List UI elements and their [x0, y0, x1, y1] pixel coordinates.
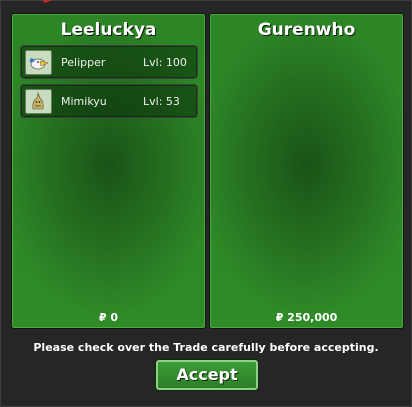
pokemon-level: Lvl: 100	[143, 56, 187, 69]
pokemon-name: Mimikyu	[61, 95, 107, 108]
right-money-offer: ₽ 250,000	[275, 311, 338, 324]
trade-pokemon-row-pelipper[interactable]: Pelipper Lvl: 100	[20, 45, 198, 79]
pokemon-name: Pelipper	[61, 56, 106, 69]
left-trade-panel: Leeluckya Pelipper Lvl: 100 Mimikyu Lvl:…	[11, 13, 206, 329]
pelipper-icon	[25, 50, 52, 75]
left-money-offer: ₽ 0	[98, 311, 119, 324]
window-corner-icon	[40, 0, 53, 3]
trade-notice-text: Please check over the Trade carefully be…	[33, 341, 379, 354]
left-player-name: Leeluckya	[60, 20, 157, 40]
pokemon-level: Lvl: 53	[143, 95, 180, 108]
mimikyu-icon	[25, 89, 52, 114]
right-trade-panel: Gurenwho ₽ 250,000	[209, 13, 404, 329]
right-player-name: Gurenwho	[257, 20, 356, 40]
trade-pokemon-row-mimikyu[interactable]: Mimikyu Lvl: 53	[20, 84, 198, 118]
accept-button[interactable]: Accept	[156, 360, 258, 390]
trade-window: Leeluckya Pelipper Lvl: 100 Mimikyu Lvl:…	[0, 0, 412, 407]
